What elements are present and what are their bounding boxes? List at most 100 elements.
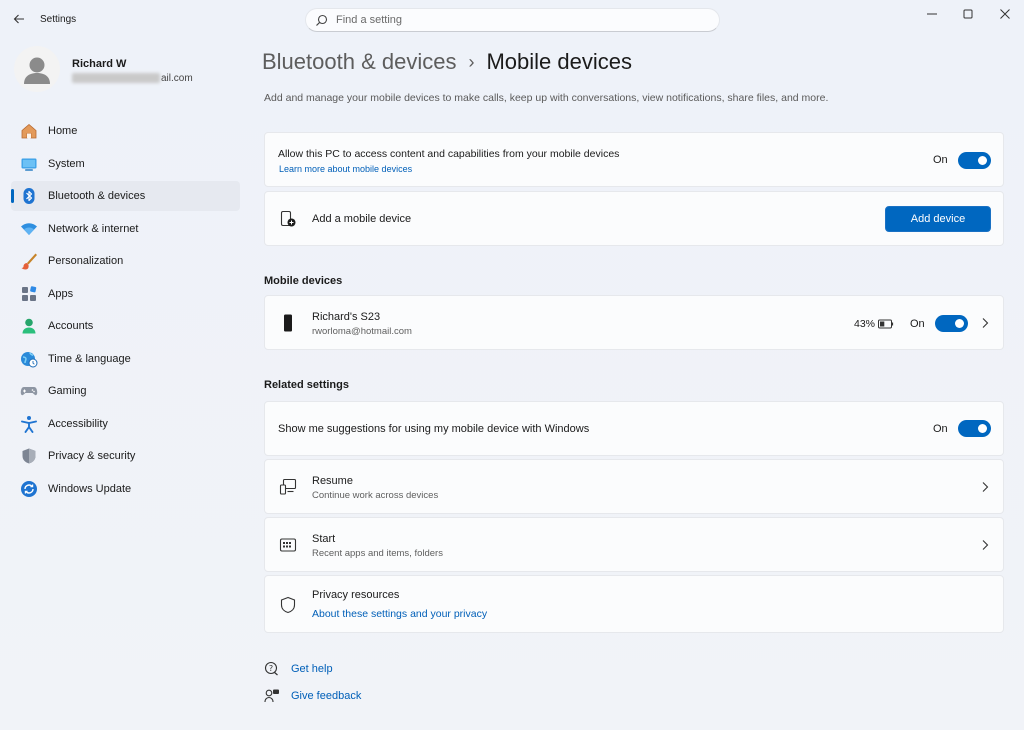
sidebar-item-label: Bluetooth & devices xyxy=(48,190,146,202)
sidebar-item-apps[interactable]: Apps xyxy=(11,279,240,309)
search-box[interactable] xyxy=(305,8,720,32)
sidebar-item-time-language[interactable]: Time & language xyxy=(11,344,240,374)
search-input[interactable] xyxy=(336,12,706,28)
breadcrumb-separator: › xyxy=(468,51,475,72)
start-card[interactable]: Start Recent apps and items, folders xyxy=(264,517,1004,572)
minimize-icon xyxy=(927,13,937,15)
bluetooth-icon xyxy=(20,187,38,205)
mobile-devices-heading: Mobile devices xyxy=(264,275,343,287)
breadcrumb-parent[interactable]: Bluetooth & devices xyxy=(262,49,456,75)
maximize-button[interactable] xyxy=(954,6,982,22)
arrow-left-icon xyxy=(13,14,24,24)
device-name: Richard's S23 xyxy=(312,311,381,323)
profile-name: Richard W xyxy=(72,58,127,70)
sidebar-item-label: Home xyxy=(48,125,78,137)
sidebar-item-gaming[interactable]: Gaming xyxy=(11,376,240,406)
resume-devices-icon xyxy=(279,478,297,496)
toggle-knob xyxy=(955,319,964,328)
close-button[interactable] xyxy=(991,6,1019,22)
breadcrumb: Bluetooth & devices › Mobile devices xyxy=(262,46,632,78)
avatar xyxy=(14,46,60,92)
start-menu-icon xyxy=(279,536,297,554)
access-toggle[interactable] xyxy=(958,152,991,169)
globe-clock-icon xyxy=(20,350,38,368)
sidebar-item-label: Apps xyxy=(48,287,74,300)
phone-add-icon xyxy=(279,210,297,228)
get-help-link[interactable]: ? Get help xyxy=(264,660,333,678)
device-toggle[interactable] xyxy=(935,315,968,332)
back-button[interactable] xyxy=(10,10,28,28)
access-setting-card: Allow this PC to access content and capa… xyxy=(264,132,1004,187)
suggestions-toggle-label: On xyxy=(933,423,948,435)
svg-text:?: ? xyxy=(269,664,273,673)
minimize-button[interactable] xyxy=(918,6,946,22)
privacy-resources-title: Privacy resources xyxy=(312,589,400,601)
access-toggle-label: On xyxy=(933,154,948,166)
chevron-right-icon xyxy=(982,482,989,492)
toggle-knob xyxy=(978,156,987,165)
sidebar-item-label: Privacy & security xyxy=(48,450,136,462)
feedback-icon xyxy=(264,688,280,704)
gamepad-icon xyxy=(20,382,38,400)
sidebar-item-label: Accessibility xyxy=(48,417,108,430)
sidebar-item-bluetooth-devices[interactable]: Bluetooth & devices xyxy=(11,181,240,211)
sidebar-item-network[interactable]: Network & internet xyxy=(11,214,240,244)
close-icon xyxy=(1000,9,1010,19)
device-card-richards-s23[interactable]: Richard's S23 rworloma@hotmail.com 43% O… xyxy=(264,295,1004,350)
title-bar: Settings xyxy=(0,0,1024,40)
profile-email-suffix: ail.com xyxy=(161,73,193,84)
device-toggle-label: On xyxy=(910,318,925,330)
shield-outline-icon xyxy=(279,596,297,614)
start-title: Start xyxy=(312,533,336,545)
sidebar-item-home[interactable]: Home xyxy=(11,116,240,146)
resume-subtitle: Continue work across devices xyxy=(312,490,439,501)
sidebar-item-accounts[interactable]: Accounts xyxy=(11,311,240,341)
user-profile[interactable]: Richard W ail.com xyxy=(14,46,234,96)
add-device-button[interactable]: Add device xyxy=(885,206,991,232)
shield-icon xyxy=(20,447,38,465)
resume-card[interactable]: Resume Continue work across devices xyxy=(264,459,1004,514)
privacy-settings-link[interactable]: About these settings and your privacy xyxy=(312,608,487,620)
sidebar-item-accessibility[interactable]: Accessibility xyxy=(11,409,240,439)
access-setting-title: Allow this PC to access content and capa… xyxy=(278,148,620,160)
person-icon xyxy=(24,57,50,84)
suggestions-card: Show me suggestions for using my mobile … xyxy=(264,401,1004,456)
settings-window: Settings Richard W ail.com Home Syste xyxy=(0,0,1024,730)
add-device-card: Add a mobile device Add device xyxy=(264,191,1004,246)
smartphone-icon xyxy=(279,314,297,332)
profile-email: ail.com xyxy=(72,73,193,84)
sidebar-item-privacy-security[interactable]: Privacy & security xyxy=(11,441,240,471)
related-settings-heading: Related settings xyxy=(264,379,349,391)
sidebar-item-personalization[interactable]: Personalization xyxy=(11,246,240,276)
home-icon xyxy=(20,122,38,140)
sidebar-item-label: Accounts xyxy=(48,320,94,332)
resume-title: Resume xyxy=(312,475,353,487)
give-feedback-link[interactable]: Give feedback xyxy=(264,687,361,705)
page-description: Add and manage your mobile devices to ma… xyxy=(264,92,829,104)
learn-more-link[interactable]: Learn more about mobile devices xyxy=(279,164,412,174)
page-title: Mobile devices xyxy=(486,49,632,74)
app-title: Settings xyxy=(40,14,77,25)
chevron-right-icon[interactable] xyxy=(980,317,990,329)
give-feedback-label: Give feedback xyxy=(291,690,362,702)
sidebar-item-label: Personalization xyxy=(48,255,124,267)
search-icon xyxy=(316,14,328,26)
sidebar-item-windows-update[interactable]: Windows Update xyxy=(11,474,240,504)
sidebar-item-label: Gaming xyxy=(48,385,87,397)
help-chat-icon: ? xyxy=(264,661,280,677)
suggestions-toggle[interactable] xyxy=(958,420,991,437)
maximize-icon xyxy=(963,9,973,19)
sidebar-item-label: Windows Update xyxy=(48,482,132,495)
email-redaction xyxy=(72,73,160,84)
battery-icon xyxy=(877,315,895,333)
sidebar-item-label: Time & language xyxy=(48,352,131,365)
accounts-icon xyxy=(20,317,38,335)
sidebar-item-system[interactable]: System xyxy=(11,149,240,179)
system-icon xyxy=(20,155,38,173)
sidebar-nav: Home System Bluetooth & devices Network … xyxy=(11,116,240,506)
apps-icon xyxy=(20,285,38,303)
suggestions-title: Show me suggestions for using my mobile … xyxy=(278,423,590,435)
device-battery-percent: 43% xyxy=(854,318,876,330)
sidebar-item-label: Network & internet xyxy=(48,222,139,235)
update-icon xyxy=(20,480,38,498)
